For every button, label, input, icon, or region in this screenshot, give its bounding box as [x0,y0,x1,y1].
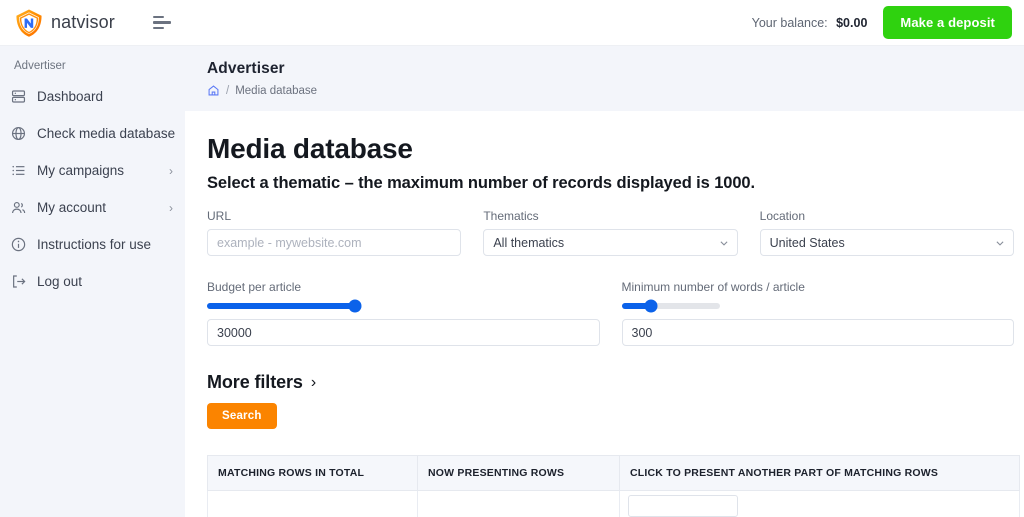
brand[interactable]: natvisor [14,8,115,38]
breadcrumb-current: Media database [235,84,318,97]
globe-icon [11,126,26,141]
location-select-wrap: United States [759,229,1014,256]
natvisor-shield-logo-icon [16,9,42,37]
hamburger-line [152,21,171,24]
budget-slider-fill [207,303,355,309]
sidebar-item-dashboard[interactable]: Dashboard [0,78,185,115]
budget-slider-group: Budget per article [207,280,600,346]
balance-value: $0.00 [836,15,868,30]
budget-slider-thumb[interactable] [348,299,362,313]
budget-value-input[interactable] [207,319,600,346]
sidebar-item-label: Check media database [37,126,176,141]
pager-select[interactable] [628,495,738,517]
location-field-label: Location [759,209,806,223]
topbar-right: Your balance: $0.00 Make a deposit [752,6,1012,39]
sidebar-item-check-media-database[interactable]: Check media database [0,115,185,152]
results-table-body [207,490,1020,517]
logout-icon [13,275,26,288]
server-icon [11,90,26,103]
hamburger-line [152,26,164,30]
brand-name: natvisor [51,12,115,32]
table-header-cell: MATCHING ROWS IN TOTAL [207,455,418,491]
body: Advertiser Dashboard Check media databas… [0,46,1024,517]
sidebar-item-instructions-for-use[interactable]: Instructions for use [0,226,185,263]
table-header-cell: NOW PRESENTING ROWS [417,455,620,491]
table-cell-total [207,490,418,517]
table-header-cell: CLICK TO PRESENT ANOTHER PART OF MATCHIN… [619,455,1020,491]
app-root: natvisor Your balance: $0.00 Make a depo… [0,0,1024,517]
hamburger-line [152,15,164,19]
thematics-field-group: Thematics All thematics [483,209,738,256]
thematics-select[interactable]: All thematics [483,229,738,256]
make-deposit-button[interactable]: Make a deposit [883,6,1012,39]
sliders-row: Budget per article Minimum number of wor… [207,280,1014,346]
results-table: MATCHING ROWS IN TOTAL NOW PRESENTING RO… [207,455,1020,517]
page-header: Advertiser / Media database [185,46,1024,111]
sidebar: Advertiser Dashboard Check media databas… [0,46,185,517]
budget-slider-label: Budget per article [207,280,302,294]
sidebar-item-label: Instructions for use [37,237,152,252]
list-icon [12,165,25,176]
sidebar-item-my-campaigns[interactable]: My campaigns › [0,152,185,189]
words-slider-group: Minimum number of words / article [621,280,1014,346]
balance-display: Your balance: $0.00 [752,14,868,32]
url-field-label: URL [207,209,232,223]
content-title: Media database [207,133,413,164]
sidebar-item-log-out[interactable]: Log out [0,263,185,300]
table-cell-pager [619,490,1020,517]
location-select[interactable]: United States [759,229,1014,256]
words-slider-label: Minimum number of words / article [621,280,805,294]
sidebar-section-label: Advertiser [14,60,66,72]
breadcrumb: / Media database [207,84,1024,97]
words-slider-thumb[interactable] [644,299,658,313]
filters-row: URL Thematics All thematics [207,209,1014,256]
hamburger-icon[interactable] [152,12,175,34]
sidebar-item-label: My account [37,200,107,215]
more-filters-toggle[interactable]: More filters › [207,372,316,393]
thematics-field-label: Thematics [483,209,539,223]
content-subtitle: Select a thematic – the maximum number o… [207,174,755,192]
sidebar-item-chevron: › [169,200,173,215]
table-cell-presenting [417,490,620,517]
table-row [207,490,1020,517]
sidebar-item-my-account[interactable]: My account › [0,189,185,226]
main-area: Advertiser / Media database Media databa… [185,46,1024,517]
chevron-right-icon: › [310,373,317,391]
results-table-head: MATCHING ROWS IN TOTAL NOW PRESENTING RO… [207,455,1020,491]
content-card: Media database Select a thematic – the m… [185,111,1024,517]
search-button[interactable]: Search [207,403,277,429]
users-icon [11,201,26,214]
page-title: Advertiser [207,60,285,77]
table-header-row: MATCHING ROWS IN TOTAL NOW PRESENTING RO… [207,455,1020,491]
more-filters-label: More filters [207,372,303,392]
balance-label: Your balance: [751,15,828,30]
budget-slider-track[interactable] [207,299,362,313]
words-value-input[interactable] [621,319,1014,346]
sidebar-item-label: My campaigns [37,163,125,178]
sidebar-item-label: Log out [37,274,83,289]
home-icon[interactable] [207,84,220,97]
breadcrumb-separator: / [226,84,230,97]
sidebar-item-label: Dashboard [37,89,104,104]
url-field-group: URL [207,209,462,256]
thematics-select-wrap: All thematics [483,229,738,256]
sidebar-item-chevron: › [169,163,173,178]
location-field-group: Location United States [759,209,1014,256]
words-slider-track[interactable] [621,299,720,313]
info-circle-icon [11,237,26,252]
top-bar: natvisor Your balance: $0.00 Make a depo… [0,0,1024,46]
url-input[interactable] [207,229,462,256]
